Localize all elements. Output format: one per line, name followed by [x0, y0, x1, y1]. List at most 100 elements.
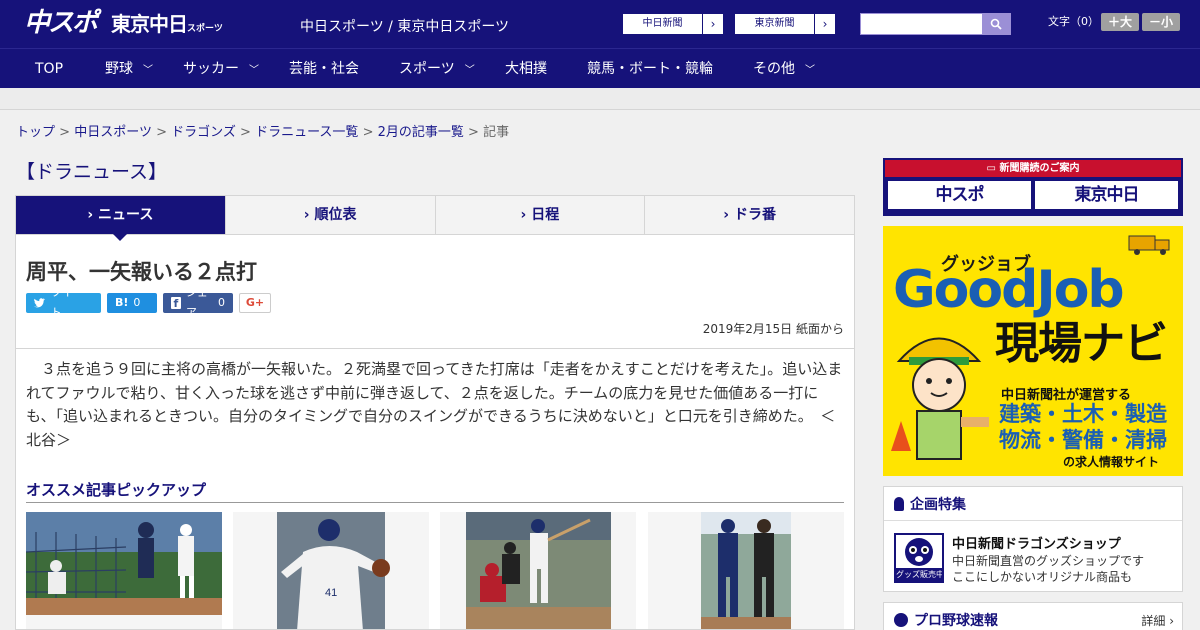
- nav-label: スポーツ: [399, 61, 455, 77]
- tab-label: 順位表: [314, 207, 357, 223]
- nav-item-keiba[interactable]: 競馬・ボート・競輪: [587, 49, 713, 89]
- doala-mascot-icon: [905, 538, 933, 566]
- feature-header: 企画特集: [884, 487, 1182, 521]
- search-icon: [990, 18, 1002, 30]
- breadcrumb-news-list[interactable]: ドラニュース一覧: [255, 125, 358, 140]
- hatena-count: 0: [133, 296, 141, 309]
- baseball-live-more-link[interactable]: 詳細 ›: [1141, 612, 1174, 629]
- tab-label: 日程: [531, 207, 560, 223]
- breadcrumb-top[interactable]: トップ: [16, 125, 55, 140]
- ad-line-1: 建築・土木・製造: [999, 402, 1167, 426]
- tab-standings[interactable]: › 順位表: [225, 196, 436, 234]
- breadcrumb-chunichi-sports[interactable]: 中日スポーツ: [74, 125, 152, 140]
- goodjob-ad-banner[interactable]: グッジョブ GoodJob 現場ナビ 中日新聞社が運営する 建築・土木・製造 物…: [883, 226, 1183, 476]
- chevron-down-icon: ﹀: [464, 65, 475, 76]
- nav-item-sumo[interactable]: 大相撲: [505, 49, 547, 89]
- breadcrumb-dragons[interactable]: ドラゴンズ: [171, 125, 236, 140]
- search-input[interactable]: [861, 14, 982, 34]
- ad-line-2: 物流・警備・清掃: [999, 428, 1167, 452]
- dragons-shop-title: 中日新聞ドラゴンズショップ: [952, 537, 1121, 552]
- subscribe-chuspo-button[interactable]: 中スポ: [888, 181, 1031, 209]
- pickup-thumbnails: 41: [26, 512, 844, 629]
- nav-label: その他: [753, 61, 795, 77]
- subscribe-banner: ▭ 新聞購読のご案内 中スポ 東京中日: [883, 158, 1183, 216]
- article-date: 2019年2月15日 紙面から: [702, 322, 844, 336]
- pickup-title: オススメ記事ピックアップ: [26, 479, 844, 503]
- tab-news[interactable]: › ニュース: [16, 196, 226, 241]
- logo-tokyo-chunichi[interactable]: 東京中日スポーツ: [111, 11, 223, 42]
- top-bar: 中スポ 東京中日スポーツ 中日スポーツ / 東京中日スポーツ 中日新聞 › 東京…: [0, 0, 1200, 48]
- tweet-button[interactable]: ツイート: [26, 286, 101, 319]
- tab-schedule[interactable]: › 日程: [435, 196, 646, 234]
- article-headline: 周平、一矢報いる２点打: [26, 260, 257, 284]
- tokyo-shimbun-link[interactable]: 東京新聞 ›: [734, 13, 836, 35]
- chevron-down-icon: ﹀: [143, 65, 153, 76]
- newspaper-icon: ▭: [986, 163, 1000, 174]
- search-box: [860, 13, 1011, 35]
- divider: [16, 348, 854, 349]
- pickup-thumb-2[interactable]: 41: [233, 512, 429, 629]
- subscribe-tokyo-chunichi-button[interactable]: 東京中日: [1035, 181, 1178, 209]
- subscribe-header: ▭ 新聞購読のご案内: [885, 160, 1181, 177]
- subscribe-buttons: 中スポ 東京中日: [885, 177, 1181, 213]
- chunichi-shimbun-link[interactable]: 中日新聞 ›: [622, 13, 724, 35]
- font-smaller-button[interactable]: －小: [1142, 13, 1180, 31]
- ad-big-text: GoodJob: [893, 260, 1125, 320]
- site-name: 中日スポーツ / 東京中日スポーツ: [300, 19, 510, 35]
- pickup-thumb-3[interactable]: [440, 512, 636, 629]
- ad-tagline: の求人情報サイト: [1063, 455, 1160, 469]
- batter-catcher-photo: [440, 512, 636, 629]
- chevron-right-icon: ›: [822, 17, 828, 31]
- hatena-b-icon: B!: [115, 296, 129, 309]
- breadcrumb-separator: >: [156, 125, 167, 140]
- nav-item-sports[interactable]: スポーツ ﹀: [399, 49, 475, 89]
- baseball-live-header: プロ野球速報: [884, 603, 1182, 630]
- nav-item-other[interactable]: その他 ﹀: [753, 49, 815, 89]
- breadcrumb-month-list[interactable]: 2月の記事一覧: [378, 125, 464, 140]
- main-nav: TOP 野球 ﹀ サッカー ﹀ 芸能・社会 スポーツ ﹀ 大相撲 競馬・ボート・競輪 …: [0, 48, 1200, 88]
- font-size-label: 文字（0）: [1048, 15, 1099, 28]
- twitter-bird-icon: [34, 298, 46, 308]
- tab-label: ニュース: [98, 207, 154, 223]
- baseball-icon: [894, 613, 908, 627]
- article-body: ３点を追う９回に主将の高橋が一矢報いた。２死満塁で回ってきた打席は「走者をかえす…: [26, 360, 843, 449]
- facebook-count: 0: [218, 296, 225, 309]
- search-button[interactable]: [982, 14, 1010, 34]
- nav-item-baseball[interactable]: 野球 ﹀: [105, 49, 153, 89]
- font-bigger-button[interactable]: ＋大: [1101, 13, 1139, 31]
- pickup-thumb-1[interactable]: [26, 512, 222, 629]
- nav-label: 競馬・ボート・競輪: [587, 61, 713, 77]
- batting-practice-photo: [26, 512, 222, 629]
- google-plus-button[interactable]: G+: [239, 293, 271, 313]
- medal-icon: [894, 496, 904, 511]
- nav-item-top[interactable]: TOP: [35, 49, 63, 89]
- chevron-down-icon: ﹀: [249, 65, 259, 76]
- nav-label: サッカー: [183, 61, 239, 77]
- breadcrumb: トップ > 中日スポーツ > ドラゴンズ > ドラニュース一覧 > 2月の記事一…: [16, 121, 509, 140]
- nav-item-entertainment[interactable]: 芸能・社会: [289, 49, 359, 89]
- section-title: 【ドラニュース】: [16, 161, 168, 183]
- facebook-share-label: シェア: [185, 286, 208, 319]
- baseball-live-box: プロ野球速報 詳細 ›: [883, 602, 1183, 630]
- breadcrumb-separator: >: [362, 125, 374, 140]
- hatena-bookmark-button[interactable]: B! 0: [107, 293, 157, 313]
- breadcrumb-separator: >: [468, 125, 479, 140]
- share-buttons: ツイート B! 0 f シェア 0 G+: [26, 286, 271, 319]
- logo-chuspo[interactable]: 中スポ: [24, 8, 98, 38]
- tab-draban[interactable]: › ドラ番: [645, 196, 854, 234]
- breadcrumb-separator: >: [240, 125, 251, 140]
- dragons-shop-thumbnail: グッズ販売中: [894, 533, 944, 583]
- nav-item-soccer[interactable]: サッカー ﹀: [183, 49, 259, 89]
- facebook-share-button[interactable]: f シェア 0: [163, 286, 233, 319]
- dragons-shop-item[interactable]: グッズ販売中 中日新聞ドラゴンズショップ 中日新聞直営のグッズショップです ここ…: [894, 533, 1174, 587]
- subscribe-header-text: 新聞購読のご案内: [999, 163, 1080, 174]
- feature-title: 企画特集: [910, 496, 966, 513]
- logo-tokyo-chunichi-small: スポーツ: [187, 24, 223, 34]
- truck-icon: [1128, 235, 1170, 255]
- facebook-icon: f: [171, 297, 181, 310]
- pickup-thumb-4[interactable]: [648, 512, 844, 629]
- nav-label: TOP: [35, 61, 64, 77]
- coaches-photo: [648, 512, 844, 629]
- feature-box: 企画特集 グッズ販売中 中日新聞ドラゴンズショップ 中日新聞直営のグッズショップ…: [883, 486, 1183, 592]
- ad-title: 現場ナビ: [995, 318, 1168, 369]
